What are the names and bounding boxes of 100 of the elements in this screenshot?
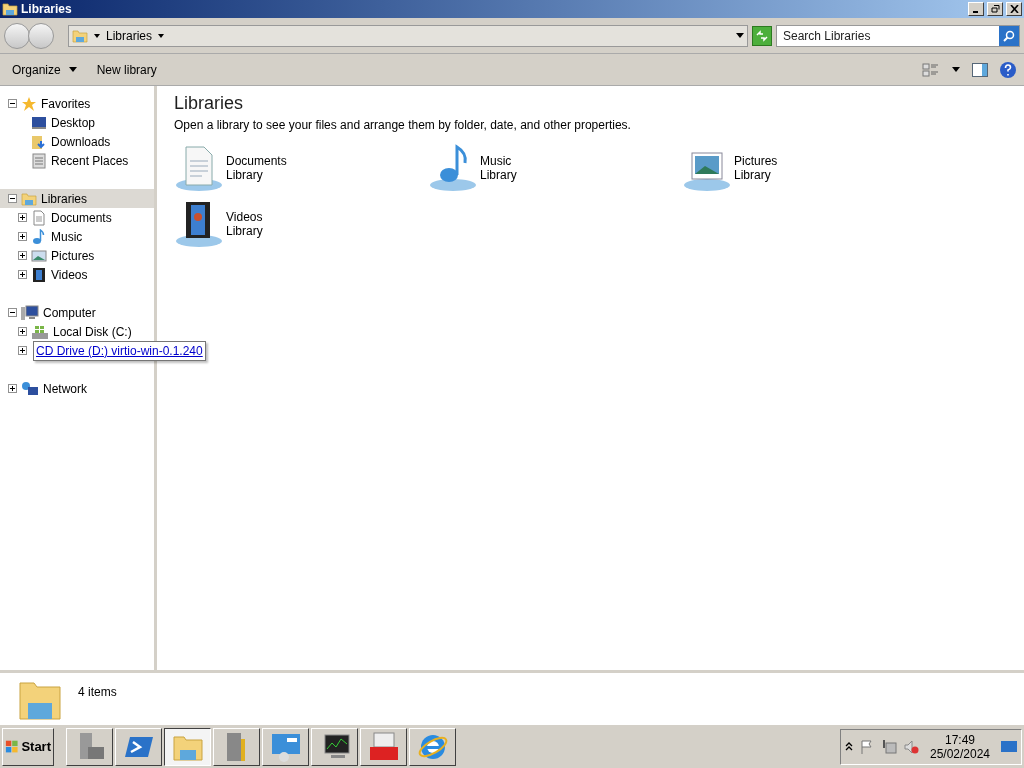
toolbar-button[interactable]: Organize [4,57,85,82]
star-icon [21,95,37,112]
start-button[interactable]: Start [2,727,54,766]
expand-toggle[interactable] [18,270,27,279]
tree-row[interactable]: Local Disk (C:) [0,322,154,341]
restore-icon [990,5,1000,13]
tree-row[interactable]: Documents [0,208,154,227]
item-count: 4 items [78,684,117,701]
show-desktop-icon[interactable] [1001,739,1017,754]
tree-row[interactable]: Desktop [0,113,154,132]
expand-toggle[interactable] [18,327,27,336]
library-name: Videos [226,210,263,224]
plus-icon [19,271,26,278]
tree-item-label: Videos [51,266,88,284]
address-folder-icon [72,27,88,44]
tree-row[interactable]: Recent Places [0,151,154,170]
library-tile[interactable]: Videos Library [174,198,428,250]
document-library-icon [174,143,224,193]
minus-icon [9,195,16,202]
tree-item-label: Desktop [51,114,96,132]
tree-item-label: Recent Places [51,152,129,170]
desktop-icon [31,114,47,131]
search-icon [1003,29,1015,42]
library-type: Library [226,224,263,238]
toolbox-icon [367,730,400,763]
video-library-icon [174,199,224,249]
clock-time[interactable]: 17:49 [945,732,975,747]
tree-row[interactable]: Music [0,227,154,246]
chevron-up-icon[interactable] [845,742,853,751]
restore-button[interactable] [987,2,1003,16]
library-type: Library [226,168,264,182]
library-folder-icon [21,190,37,207]
toolbar-button[interactable]: New library [88,57,165,82]
search-button[interactable] [999,25,1019,46]
picture-icon [31,247,47,264]
plus-icon [9,385,16,392]
tree-row[interactable]: Downloads [0,132,154,151]
tree-item-tooltip[interactable]: CD Drive (D:) virtio-win-0.1.240 [33,340,206,361]
expand-toggle[interactable] [18,213,27,222]
minimize-button[interactable] [968,2,984,16]
library-name: Music [480,154,513,168]
plus-icon [19,233,26,240]
tree-row[interactable]: Favorites [0,94,154,113]
search-field[interactable]: Search Libraries [776,24,1020,47]
expand-toggle[interactable] [18,251,27,260]
dropdown-caret-icon [736,33,744,38]
clock-date[interactable]: 25/02/2024 [929,746,991,761]
tree-row[interactable]: Computer [0,303,154,322]
tree-row[interactable]: Videos [0,265,154,284]
details-view-icon [922,62,940,77]
close-button[interactable] [1006,2,1022,16]
breadcrumb[interactable]: Libraries [106,26,153,45]
minus-icon [9,100,16,107]
help-icon [999,60,1017,79]
tree-item-label: Documents [51,209,112,227]
minus-icon [9,309,16,316]
tree-row[interactable]: Network [0,379,154,398]
taskbar-button[interactable] [164,727,211,766]
windows-logo-icon [5,738,20,755]
library-type: Library [480,168,517,182]
folder-download-icon [31,133,47,150]
tree-row[interactable]: Pictures [0,246,154,265]
plus-icon [19,214,26,221]
content-description: Open a library to see your files and arrange them by folder, date, and other properties. [174,117,632,134]
speaker-muted-icon[interactable] [903,738,919,755]
search-input[interactable]: Search Libraries [783,26,999,45]
library-tile[interactable]: Pictures Library [682,142,936,194]
plus-icon [19,252,26,259]
window-folder-icon [2,1,18,17]
caret-icon [158,33,165,38]
tree-item-label: Libraries [41,190,88,208]
content-heading: Libraries [174,92,245,114]
collapse-toggle[interactable] [8,194,17,203]
tree-item-label: Computer [43,304,96,322]
network-icon [21,380,39,397]
expand-toggle[interactable] [18,232,27,241]
computer-icon [21,304,39,321]
library-tile[interactable]: Music Library [428,142,682,194]
music-note-icon [31,228,47,245]
film-strip-icon [31,266,47,283]
expand-toggle[interactable] [8,384,17,393]
preview-pane-icon [972,62,988,77]
flag-icon[interactable] [859,738,875,755]
refresh-icon [755,29,769,42]
collapse-toggle[interactable] [8,99,17,108]
collapse-toggle[interactable] [8,308,17,317]
close-icon [1009,5,1019,13]
address-bar[interactable]: Libraries [68,24,748,47]
tree-item-label: Music [51,228,83,246]
hard-disk-icon [31,323,49,340]
expand-toggle[interactable] [18,346,27,355]
window-title: Libraries [21,1,73,18]
tree-item-label: Network [43,380,87,398]
library-type: Library [734,168,772,182]
library-tile[interactable]: Documents Library [174,142,428,194]
tree-item-label: Pictures [51,247,95,265]
caret-icon [952,67,960,72]
plus-icon [19,347,26,354]
selected-tree-row[interactable]: Libraries [0,189,154,208]
refresh-button[interactable] [752,25,772,46]
